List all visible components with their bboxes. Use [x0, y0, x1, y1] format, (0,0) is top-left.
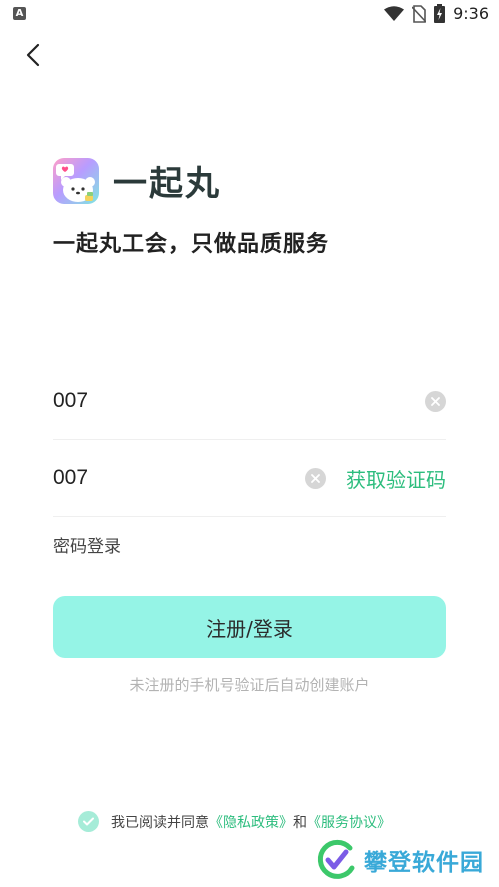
brand-header: 一起丸 [53, 156, 221, 205]
clear-phone-button[interactable] [425, 390, 446, 412]
status-icons: 9:36 [384, 4, 489, 23]
privacy-policy-link[interactable]: 《隐私政策》 [209, 812, 293, 832]
wifi-icon [384, 5, 405, 21]
no-sim-icon [412, 4, 427, 23]
close-icon [311, 473, 320, 483]
slogan: 一起丸工会，只做品质服务 [53, 232, 330, 257]
agreement-row: 我已阅读并同意 《隐私政策》 和 《服务协议》 [78, 811, 391, 832]
battery-charging-icon [434, 4, 446, 23]
agreement-prefix: 我已阅读并同意 [111, 814, 209, 831]
app-logo-icon [53, 157, 99, 204]
password-login-link[interactable]: 密码登录 [53, 532, 121, 557]
agreement-and: 和 [293, 814, 307, 831]
status-bar: A 9:36 [0, 0, 499, 28]
chevron-left-icon [26, 43, 40, 67]
register-login-label: 注册/登录 [206, 616, 293, 641]
code-field[interactable]: 007 获取验证码 [53, 440, 446, 517]
phone-field[interactable]: 007 [53, 363, 446, 440]
watermark-logo-icon [317, 839, 355, 879]
get-code-button[interactable]: 获取验证码 [346, 464, 446, 493]
clear-code-button[interactable] [305, 467, 326, 489]
check-icon [83, 817, 94, 826]
agreement-checkbox[interactable] [78, 811, 99, 832]
auto-register-hint: 未注册的手机号验证后自动创建账户 [129, 676, 370, 694]
watermark-text: 攀登软件园 [364, 850, 484, 876]
watermark: 攀登软件园 [314, 838, 484, 882]
register-login-button[interactable]: 注册/登录 [53, 596, 446, 658]
service-agreement-link[interactable]: 《服务协议》 [307, 812, 391, 832]
back-button[interactable] [18, 40, 48, 70]
app-name: 一起丸 [113, 164, 221, 204]
code-input[interactable]: 007 [53, 466, 305, 490]
phone-input[interactable]: 007 [53, 389, 425, 413]
app-notification-badge: A [13, 7, 26, 20]
status-time: 9:36 [453, 4, 489, 23]
close-icon [431, 396, 440, 406]
